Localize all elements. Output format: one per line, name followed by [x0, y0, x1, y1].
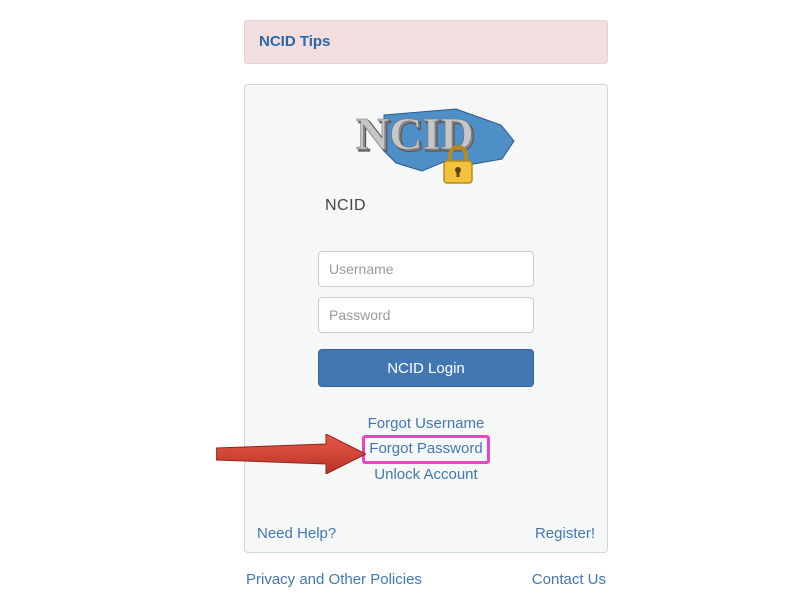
- username-input[interactable]: [318, 251, 534, 287]
- unlock-account-link[interactable]: Unlock Account: [374, 464, 477, 486]
- password-input[interactable]: [318, 297, 534, 333]
- tips-banner: NCID Tips: [244, 20, 608, 64]
- ncid-logo-icon: NCID NCID: [326, 99, 526, 195]
- forgot-username-link[interactable]: Forgot Username: [368, 413, 485, 435]
- logo-subtitle: NCID: [325, 197, 601, 215]
- register-link[interactable]: Register!: [535, 525, 595, 542]
- panel-footer-links: Need Help? Register!: [251, 525, 601, 544]
- contact-link[interactable]: Contact Us: [532, 571, 606, 588]
- recovery-links: Forgot Username Forgot Password Unlock A…: [251, 413, 601, 485]
- forgot-password-link[interactable]: Forgot Password: [369, 438, 482, 460]
- forgot-password-highlight: Forgot Password: [362, 435, 489, 464]
- privacy-link[interactable]: Privacy and Other Policies: [246, 571, 422, 588]
- page-footer-links: Privacy and Other Policies Contact Us: [244, 571, 608, 588]
- svg-text:NCID: NCID: [356, 108, 474, 159]
- ncid-tips-link[interactable]: NCID Tips: [259, 33, 330, 50]
- login-panel: NCID NCID NCID NCID Login Forgot Usernam…: [244, 84, 608, 553]
- login-button[interactable]: NCID Login: [318, 349, 534, 387]
- login-form: NCID Login: [318, 251, 534, 387]
- logo: NCID NCID NCID: [251, 99, 601, 215]
- need-help-link[interactable]: Need Help?: [257, 525, 336, 542]
